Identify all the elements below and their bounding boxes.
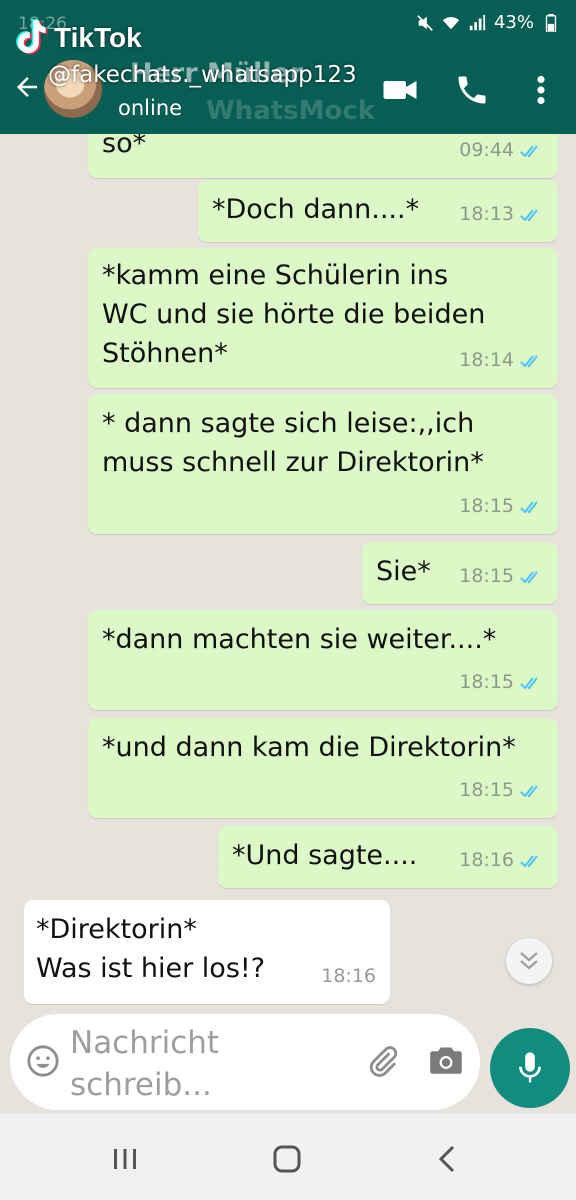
message-composer: Nachricht schreib...: [10, 1014, 480, 1110]
battery-percent: 43%: [493, 12, 534, 33]
read-check-icon: [520, 144, 538, 157]
back-arrow-icon[interactable]: [12, 72, 42, 102]
message-time: 18:15: [459, 565, 514, 587]
message-time: 18:15: [459, 495, 514, 517]
message-time: 18:16: [321, 965, 376, 987]
recent-apps-icon[interactable]: [108, 1142, 142, 1176]
message-bubble[interactable]: *kamm eine Schülerin ins WC und sie hört…: [88, 248, 558, 388]
message-time: 18:13: [459, 203, 514, 225]
watermark-text: WhatsMock: [206, 96, 376, 126]
wifi-icon: [442, 16, 460, 29]
message-text: *dann machten sie weiter....*: [102, 624, 497, 655]
chat-area[interactable]: so* 09:44 *Doch dann....* 18:13 *kamm ei…: [0, 134, 576, 1114]
message-time: 09:44: [459, 139, 514, 161]
camera-icon[interactable]: [428, 1044, 464, 1078]
message-bubble[interactable]: Sie* 18:15: [362, 542, 558, 604]
video-call-icon[interactable]: [382, 72, 418, 108]
message-bubble[interactable]: * dann sagte sich leise:,,ich muss schne…: [88, 394, 558, 534]
back-icon[interactable]: [432, 1142, 466, 1176]
message-bubble[interactable]: so* 09:44: [88, 134, 558, 178]
message-time: 18:15: [459, 671, 514, 693]
read-check-icon: [520, 570, 538, 583]
android-navigation-bar: [0, 1114, 576, 1200]
read-check-icon: [520, 854, 538, 867]
message-time: 18:14: [459, 349, 514, 371]
contact-status: online: [118, 96, 183, 120]
voice-message-button[interactable]: [490, 1028, 570, 1108]
read-check-icon: [520, 676, 538, 689]
message-bubble[interactable]: *Doch dann....* 18:13: [198, 180, 558, 242]
battery-icon: [545, 13, 557, 32]
message-text: * dann sagte sich leise:,,ich muss schne…: [102, 408, 484, 478]
microphone-icon: [519, 1052, 541, 1083]
tiktok-handle: @fakechats._whatsapp123: [48, 62, 357, 88]
incoming-message-bubble[interactable]: *Direktorin* Was ist hier los!? 18:16: [24, 900, 390, 1004]
read-check-icon: [520, 208, 538, 221]
message-bubble[interactable]: *dann machten sie weiter....* 18:15: [88, 610, 558, 710]
tiktok-watermark: TikTok: [12, 18, 142, 58]
message-bubble[interactable]: *und dann kam die Direktorin* 18:15: [88, 718, 558, 818]
home-icon[interactable]: [270, 1142, 304, 1176]
read-check-icon: [520, 500, 538, 513]
phone-call-icon[interactable]: [454, 72, 490, 108]
attachment-icon[interactable]: [366, 1044, 400, 1078]
double-chevron-down-icon: [520, 952, 538, 970]
read-check-icon: [520, 354, 538, 367]
message-time: 18:15: [459, 779, 514, 801]
mute-icon: [417, 14, 433, 31]
message-text: *und dann kam die Direktorin*: [102, 732, 516, 763]
message-bubble[interactable]: *Und sagte.... 18:16: [218, 826, 558, 888]
tiktok-logo-icon: [16, 19, 48, 55]
read-check-icon: [520, 784, 538, 797]
signal-icon: [469, 14, 486, 30]
emoji-icon[interactable]: [26, 1044, 60, 1078]
more-options-icon[interactable]: [526, 72, 556, 108]
message-input[interactable]: Nachricht schreib...: [70, 1022, 360, 1106]
status-icons: 43%: [416, 12, 560, 33]
tiktok-wordmark: TikTok: [54, 22, 142, 53]
scroll-down-button[interactable]: [506, 938, 552, 984]
message-time: 18:16: [459, 849, 514, 871]
